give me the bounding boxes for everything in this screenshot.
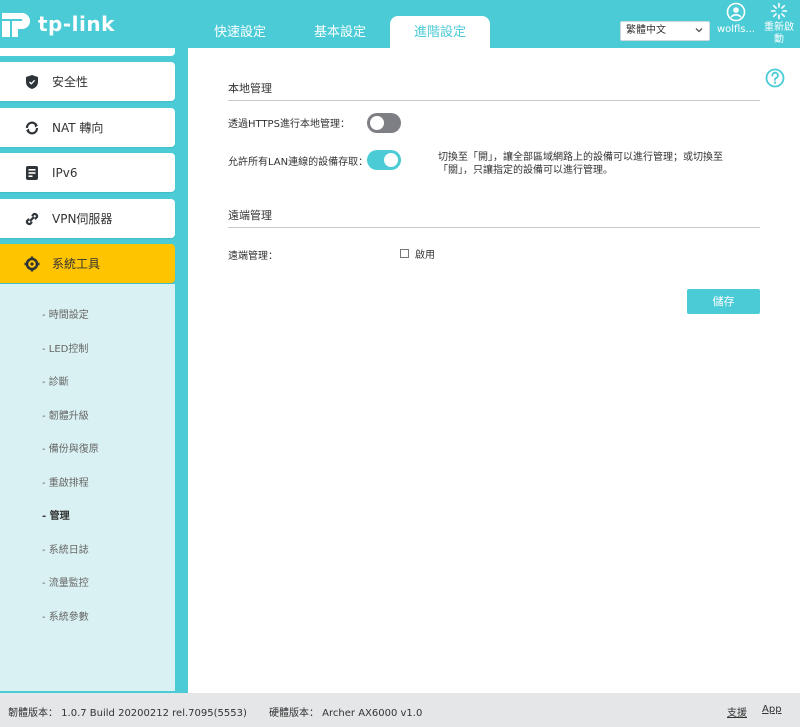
sidebar-item-partial[interactable]: [0, 48, 175, 56]
submenu-item-firmware[interactable]: - 韌體升級: [42, 407, 89, 422]
submenu-item-backup[interactable]: - 備份與復原: [42, 440, 99, 455]
hardware-version: 硬體版本： Archer AX6000 v1.0: [269, 708, 423, 719]
submenu-item-time[interactable]: - 時間設定: [42, 306, 89, 321]
main-panel: 本地管理 透過HTTPS進行本地管理： 允許所有LAN連線的設備存取： 切換至「…: [188, 48, 800, 693]
tab-basic[interactable]: 基本設定: [290, 16, 390, 48]
remote-management-label: 遠端管理：: [228, 251, 278, 262]
logo-text: tp-link: [38, 12, 115, 36]
nat-icon: [24, 120, 40, 136]
toggle-knob: [370, 116, 384, 130]
sidebar-item-vpn[interactable]: VPN伺服器: [0, 199, 175, 238]
section-divider: [228, 100, 760, 101]
app-link[interactable]: App: [762, 704, 782, 715]
section-divider: [228, 227, 760, 228]
language-value: 繁體中文: [626, 25, 666, 36]
ipv6-icon: [24, 165, 40, 181]
https-local-label: 透過HTTPS進行本地管理：: [228, 119, 350, 130]
sidebar-item-nat[interactable]: NAT 轉向: [0, 108, 175, 147]
user-account[interactable]: wolfls...: [716, 2, 756, 35]
firmware-version: 韌體版本： 1.0.7 Build 20200212 rel.7095(5553…: [8, 708, 247, 719]
support-link[interactable]: 支援: [727, 704, 747, 719]
local-management-title: 本地管理: [228, 82, 272, 95]
lan-access-label: 允許所有LAN連線的設備存取：: [228, 157, 369, 168]
sidebar-item-label: NAT 轉向: [52, 121, 104, 135]
submenu-item-administration[interactable]: - 管理: [42, 507, 70, 522]
lan-access-toggle[interactable]: [367, 150, 401, 170]
sidebar-item-label: 安全性: [52, 75, 89, 89]
sidebar-item-label: VPN伺服器: [52, 212, 113, 226]
user-icon: [726, 2, 746, 22]
footer: 韌體版本： 1.0.7 Build 20200212 rel.7095(5553…: [0, 693, 800, 727]
shield-icon: [24, 74, 40, 90]
https-local-toggle[interactable]: [367, 113, 401, 133]
reboot-label: 重新啟動: [764, 22, 794, 45]
top-header: tp-link 快速設定 基本設定 進階設定 繁體中文 wolfls... 重新…: [0, 0, 800, 48]
user-label: wolfls...: [716, 24, 756, 35]
sidebar: 安全性 NAT 轉向 IPv6 VPN伺服器 系統工具 - 時間設定 - LED…: [0, 48, 188, 693]
submenu-item-traffic[interactable]: - 流量監控: [42, 574, 89, 589]
submenu-item-led[interactable]: - LED控制: [42, 340, 88, 355]
sidebar-item-security[interactable]: 安全性: [0, 62, 175, 101]
submenu-item-diagnostics[interactable]: - 診斷: [42, 373, 69, 388]
sidebar-item-system-tools[interactable]: 系統工具: [0, 244, 175, 283]
remote-enable-checkbox[interactable]: [400, 249, 409, 258]
tp-link-logo-icon: [2, 13, 30, 37]
help-icon[interactable]: [765, 68, 785, 88]
submenu-item-reboot-schedule[interactable]: - 重啟排程: [42, 474, 89, 489]
toggle-knob: [384, 153, 398, 167]
lan-access-hint: 切換至「開」，讓全部區域網路上的設備可以進行管理；或切換至「關」，只讓指定的設備…: [438, 152, 723, 176]
sidebar-item-ipv6[interactable]: IPv6: [0, 153, 175, 192]
chevron-down-icon: [695, 28, 703, 33]
tp-link-logo[interactable]: tp-link: [0, 4, 115, 44]
tab-quick-setup[interactable]: 快速設定: [190, 16, 290, 48]
remote-enable-label[interactable]: 啟用: [415, 246, 435, 261]
submenu-item-system-params[interactable]: - 系統參數: [42, 608, 89, 623]
gear-icon: [24, 256, 40, 272]
save-button[interactable]: 儲存: [687, 289, 760, 314]
system-tools-submenu: - 時間設定 - LED控制 - 診斷 - 韌體升級 - 備份與復原 - 重啟排…: [0, 284, 175, 691]
tab-advanced[interactable]: 進階設定: [390, 16, 490, 48]
link-icon: [24, 211, 40, 227]
sidebar-item-label: IPv6: [52, 165, 78, 180]
reboot-button[interactable]: 重新啟動: [760, 2, 798, 46]
reboot-icon: [770, 2, 788, 20]
language-select[interactable]: 繁體中文: [620, 21, 710, 41]
sidebar-item-label: 系統工具: [52, 257, 101, 271]
main-tabs: 快速設定 基本設定 進階設定: [190, 16, 490, 48]
remote-management-title: 遠端管理: [228, 209, 272, 222]
submenu-item-system-log[interactable]: - 系統日誌: [42, 541, 89, 556]
